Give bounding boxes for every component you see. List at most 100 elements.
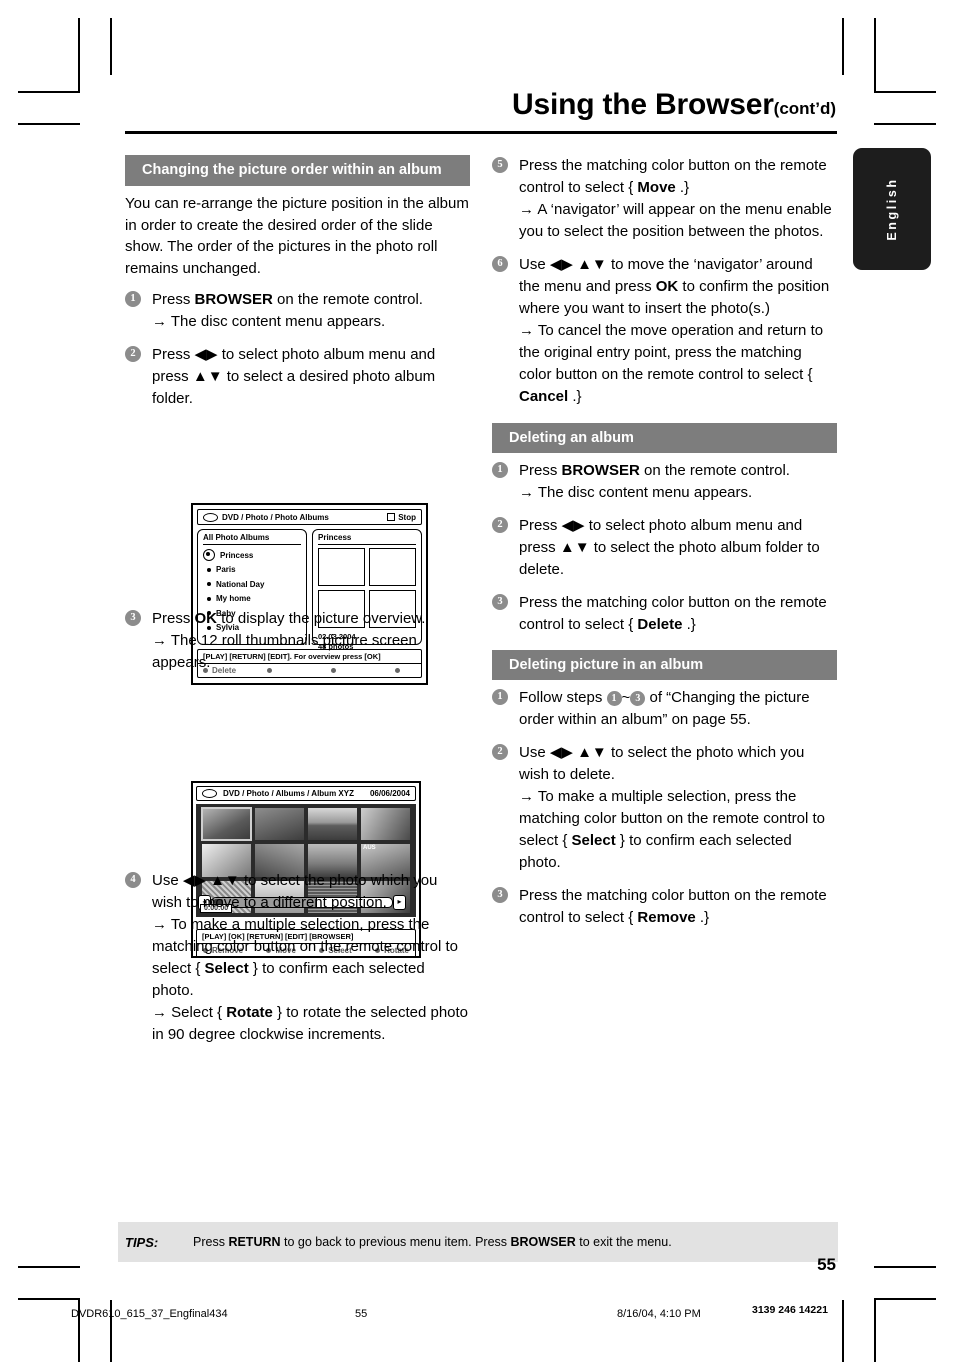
footer-filename: DVDR610_615_37_Engfinal434	[71, 1308, 228, 1320]
tips-text-a: Press	[193, 1235, 229, 1249]
manual-page: Using the Browser(cont’d) English Changi…	[0, 0, 954, 1365]
step-text-cont: .}	[675, 179, 690, 196]
step-result: → A ‘navigator’ will appear on the menu …	[519, 201, 832, 240]
step-3-press-ok: 3 Press OK to display the picture overvi…	[125, 608, 470, 674]
step-result: → To make a multiple selection, press th…	[519, 786, 837, 874]
step-result: → The disc content menu appears.	[152, 313, 386, 330]
step-result-text: → Select {	[152, 1004, 227, 1021]
step-text-cont: to display the picture overview.	[217, 610, 426, 627]
crop-mark-tl-v2	[110, 18, 112, 75]
delpic-step-3-remove: 3 Press the matching color button on the…	[492, 885, 837, 929]
step-text-cont: .}	[695, 909, 710, 926]
footer-timestamp: 8/16/04, 4:10 PM	[617, 1308, 701, 1320]
tv-album-item: Paris	[203, 563, 301, 578]
bullet-icon	[207, 596, 211, 601]
step-bold-key: Remove	[637, 909, 696, 926]
delpic-step-2-select-photo: 2 Use ◀▶ ▲▼ to select the photo which yo…	[492, 742, 837, 874]
tv-album-label: My home	[216, 594, 251, 604]
tips-text: Press RETURN to go back to previous menu…	[193, 1235, 672, 1249]
step-5-move: 5 Press the matching color button on the…	[492, 155, 837, 243]
step-bold-key: BROWSER	[194, 291, 273, 308]
bullet-icon	[207, 582, 211, 587]
page-title: Using the Browser(cont’d)	[512, 88, 836, 122]
section-heading-changing-picture-order: Changing the picture order within an alb…	[125, 155, 470, 186]
step-text: Use ◀▶ ▲▼ to select the photo which you …	[152, 872, 438, 911]
tips-bold-browser: BROWSER	[510, 1235, 576, 1249]
crop-mark-bl-h2	[18, 1266, 80, 1268]
page-title-suffix: (cont’d)	[773, 99, 836, 118]
crop-mark-tl-v	[78, 18, 80, 93]
step-bold-key: OK	[194, 610, 218, 627]
tv-breadcrumb-bar: DVD / Photo / Photo Albums Stop	[197, 509, 422, 525]
inline-step-ref-1: 1	[606, 691, 622, 706]
del-step-2-select-folder: 2 Press ◀▶ to select photo album menu an…	[492, 515, 837, 581]
title-divider	[125, 131, 837, 134]
step-text: Press	[152, 291, 195, 308]
left-column: Changing the picture order within an alb…	[125, 155, 470, 1057]
stop-icon	[387, 513, 396, 521]
tips-text-b: to go back to previous menu item. Press	[280, 1235, 511, 1249]
step-number: 2	[492, 517, 508, 533]
footer-page: 55	[355, 1308, 368, 1320]
selected-album-icon	[203, 549, 215, 562]
step-result-text-cont: .}	[568, 388, 582, 405]
step-number: 3	[125, 610, 141, 626]
step-result: → The 12 roll thumbnails picture screen …	[152, 632, 417, 671]
step-number: 1	[492, 689, 508, 705]
step-bold-key: BROWSER	[561, 462, 640, 479]
section1-intro: You can re-arrange the picture position …	[125, 195, 469, 277]
step-text: Press	[152, 610, 195, 627]
page-title-main: Using the Browser	[512, 88, 774, 121]
crop-mark-bl-h	[18, 1298, 80, 1300]
thumbnail-placeholder	[369, 548, 416, 586]
tips-text-c: to exit the menu.	[575, 1235, 672, 1249]
ov-thumbnail	[201, 806, 252, 842]
language-tab-english: English	[853, 148, 931, 270]
step-text-cont: on the remote control.	[272, 291, 423, 308]
thumbnail-placeholder	[318, 548, 365, 586]
page-header: Using the Browser(cont’d)	[0, 88, 954, 140]
tips-box: TIPS: Press RETURN to go back to previou…	[118, 1222, 838, 1262]
step-number: 1	[492, 462, 508, 478]
ov-thumbnail	[255, 808, 304, 841]
step-bold-key: Move	[637, 179, 676, 196]
step-result: → The disc content menu appears.	[519, 484, 753, 501]
step-text: Use ◀▶ ▲▼ to select the photo which you …	[519, 744, 805, 783]
step-number: 3	[492, 887, 508, 903]
step-text: Press	[519, 462, 562, 479]
tv-breadcrumb-text: DVD / Photo / Photo Albums	[222, 512, 329, 522]
step-result-2: → Select { Rotate } to rotate the select…	[152, 1002, 470, 1046]
language-tab-label: English	[885, 177, 899, 241]
step-result-bold: Rotate	[226, 1004, 273, 1021]
disc-icon	[203, 512, 218, 522]
step-bold-key: OK	[655, 278, 679, 295]
ov-thumbnail	[308, 808, 357, 841]
step-2-select-album: 2 Press ◀▶ to select photo album menu an…	[125, 344, 470, 410]
step-bold-key: Delete	[637, 616, 683, 633]
tv-status: Stop	[387, 513, 416, 522]
step-result: → To cancel the move operation and retur…	[519, 320, 837, 408]
step-text: Press ◀▶ to select photo album menu and …	[152, 346, 436, 407]
tv-preview-title: Princess	[318, 533, 416, 545]
tv-album-item: My home	[203, 592, 301, 607]
step-number: 2	[492, 744, 508, 760]
del-step-3-delete: 3 Press the matching color button on the…	[492, 592, 837, 636]
step-result-text: → To cancel the move operation and retur…	[519, 322, 824, 383]
ov-date: 06/06/2004	[369, 789, 410, 798]
step-number: 4	[125, 872, 141, 888]
crop-mark-tr-v2	[842, 18, 844, 75]
crop-mark-br-h2	[874, 1266, 936, 1268]
ov-breadcrumb-text: DVD / Photo / Albums / Album XYZ	[223, 789, 354, 798]
footer-code: 3139 246 14221	[752, 1304, 828, 1316]
section-heading-deleting-album: Deleting an album	[492, 423, 837, 453]
crop-mark-br-h	[874, 1298, 936, 1300]
ov-breadcrumb-left: DVD / Photo / Albums / Album XYZ	[202, 789, 354, 798]
step-result-bold: Cancel	[519, 388, 569, 405]
delpic-step-1-follow: 1 Follow steps 1 ~3 of “Changing the pict…	[492, 687, 837, 731]
step-text-tilde: ~	[621, 689, 631, 706]
step-4-select-photo: 4 Use ◀▶ ▲▼ to select the photo which yo…	[125, 870, 470, 1046]
step-result-bold: Select	[204, 960, 249, 977]
tv-album-item: Princess	[203, 548, 301, 563]
tv-album-label: Princess	[220, 550, 254, 560]
step-1-browser: 1 Press BROWSER on the remote control. →…	[125, 289, 470, 333]
